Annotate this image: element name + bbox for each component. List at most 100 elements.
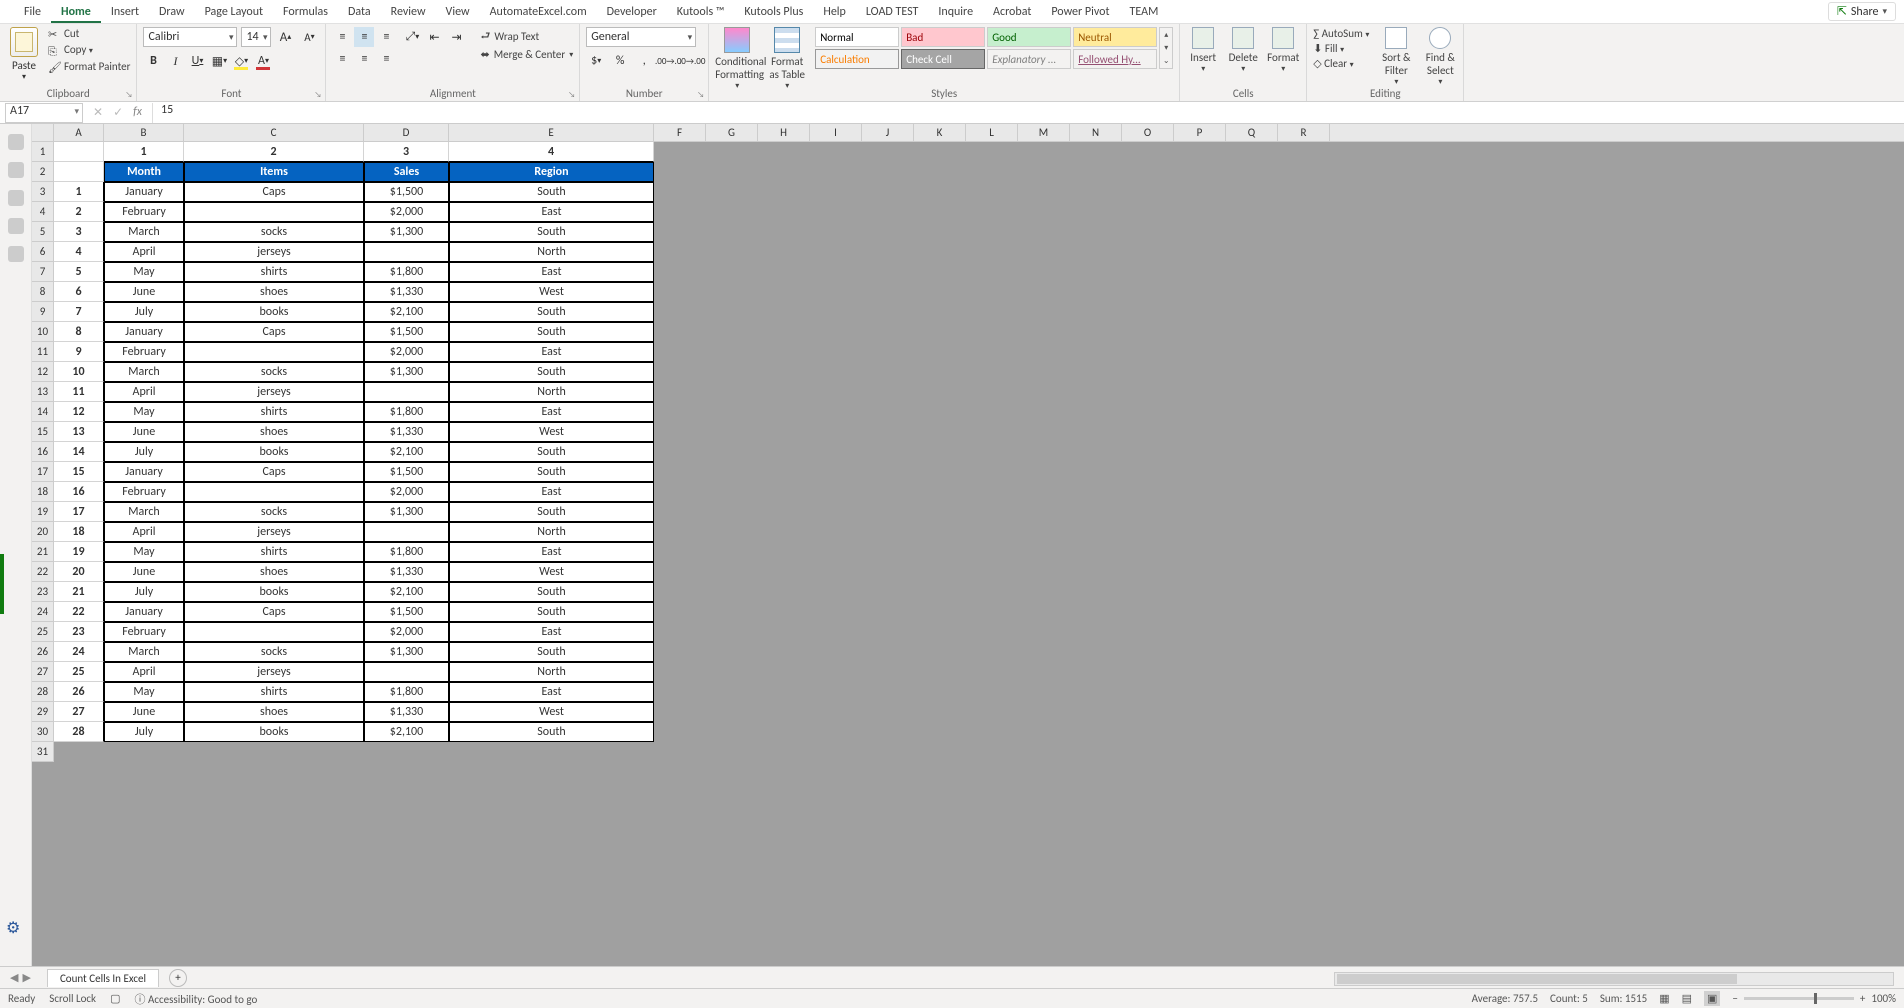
- data-C-18[interactable]: jerseys: [184, 522, 364, 542]
- tab-kutools-plus[interactable]: Kutools Plus: [734, 1, 813, 23]
- data-E-23[interactable]: East: [449, 622, 654, 642]
- col-header-D[interactable]: D: [364, 124, 449, 141]
- col-header-P[interactable]: P: [1174, 124, 1226, 141]
- row-header-20[interactable]: 20: [32, 522, 53, 542]
- data-B-10[interactable]: March: [104, 362, 184, 382]
- tab-review[interactable]: Review: [381, 1, 436, 23]
- data-D-7[interactable]: $2,100: [364, 302, 449, 322]
- view-break-icon[interactable]: ▣: [1704, 991, 1720, 1006]
- row-index[interactable]: 4: [54, 242, 104, 262]
- row-index[interactable]: 5: [54, 262, 104, 282]
- cell-styles-gallery[interactable]: NormalBadGoodNeutralCalculationCheck Cel…: [815, 27, 1157, 69]
- data-C-4[interactable]: jerseys: [184, 242, 364, 262]
- table-header-D[interactable]: Sales: [364, 162, 449, 182]
- row-header-2[interactable]: 2: [32, 162, 53, 182]
- data-D-5[interactable]: $1,800: [364, 262, 449, 282]
- row-header-15[interactable]: 15: [32, 422, 53, 442]
- accounting-button[interactable]: $▾: [586, 51, 606, 71]
- data-C-1[interactable]: Caps: [184, 182, 364, 202]
- data-E-2[interactable]: East: [449, 202, 654, 222]
- rail-icon[interactable]: [8, 218, 24, 234]
- tab-team[interactable]: TEAM: [1120, 1, 1169, 23]
- tab-power-pivot[interactable]: Power Pivot: [1041, 1, 1119, 23]
- table-header-E[interactable]: Region: [449, 162, 654, 182]
- data-B-21[interactable]: July: [104, 582, 184, 602]
- data-C-3[interactable]: socks: [184, 222, 364, 242]
- percent-button[interactable]: %: [610, 51, 630, 71]
- format-cells-button[interactable]: Format▾: [1266, 27, 1300, 74]
- autosum-button[interactable]: ∑ AutoSum ▾: [1313, 27, 1369, 40]
- row-header-18[interactable]: 18: [32, 482, 53, 502]
- data-C-12[interactable]: shirts: [184, 402, 364, 422]
- row-header-28[interactable]: 28: [32, 682, 53, 702]
- data-B-6[interactable]: June: [104, 282, 184, 302]
- data-E-22[interactable]: South: [449, 602, 654, 622]
- data-C-20[interactable]: shoes: [184, 562, 364, 582]
- grid[interactable]: ABCDEFGHIJKLMNOPQR 123456789101112131415…: [32, 124, 1904, 966]
- row-index[interactable]: 22: [54, 602, 104, 622]
- tab-help[interactable]: Help: [813, 1, 856, 23]
- view-layout-icon[interactable]: ▤: [1682, 992, 1692, 1005]
- data-B-26[interactable]: May: [104, 682, 184, 702]
- data-C-2[interactable]: [184, 202, 364, 222]
- style-followed-hy-[interactable]: Followed Hy...: [1073, 49, 1157, 69]
- tab-inquire[interactable]: Inquire: [928, 1, 983, 23]
- data-B-8[interactable]: January: [104, 322, 184, 342]
- data-B-2[interactable]: February: [104, 202, 184, 222]
- align-bottom[interactable]: ≡: [376, 27, 396, 47]
- data-B-3[interactable]: March: [104, 222, 184, 242]
- tab-developer[interactable]: Developer: [597, 1, 667, 23]
- col-header-A[interactable]: A: [54, 124, 104, 141]
- data-E-7[interactable]: South: [449, 302, 654, 322]
- tab-acrobat[interactable]: Acrobat: [983, 1, 1041, 23]
- col-header-J[interactable]: J: [862, 124, 914, 141]
- col-header-R[interactable]: R: [1278, 124, 1330, 141]
- row-index[interactable]: 13: [54, 422, 104, 442]
- data-C-8[interactable]: Caps: [184, 322, 364, 342]
- row-header-6[interactable]: 6: [32, 242, 53, 262]
- data-C-14[interactable]: books: [184, 442, 364, 462]
- data-B-14[interactable]: July: [104, 442, 184, 462]
- data-B-12[interactable]: May: [104, 402, 184, 422]
- formula-input[interactable]: 15: [152, 103, 1904, 123]
- row-header-22[interactable]: 22: [32, 562, 53, 582]
- style-good[interactable]: Good: [987, 27, 1071, 47]
- table-header-B[interactable]: Month: [104, 162, 184, 182]
- data-C-6[interactable]: shoes: [184, 282, 364, 302]
- data-C-9[interactable]: [184, 342, 364, 362]
- row-header-11[interactable]: 11: [32, 342, 53, 362]
- data-B-5[interactable]: May: [104, 262, 184, 282]
- data-B-1[interactable]: January: [104, 182, 184, 202]
- row-header-30[interactable]: 30: [32, 722, 53, 742]
- format-painter-button[interactable]: 🖌Format Painter: [48, 60, 130, 73]
- align-center[interactable]: ≡: [354, 49, 374, 69]
- data-D-12[interactable]: $1,800: [364, 402, 449, 422]
- cut-button[interactable]: ✂Cut: [48, 27, 130, 40]
- row-index[interactable]: 9: [54, 342, 104, 362]
- data-E-10[interactable]: South: [449, 362, 654, 382]
- data-D-10[interactable]: $1,300: [364, 362, 449, 382]
- row-index[interactable]: 6: [54, 282, 104, 302]
- decrease-font-button[interactable]: A▾: [299, 27, 319, 47]
- row-index[interactable]: 11: [54, 382, 104, 402]
- data-E-13[interactable]: West: [449, 422, 654, 442]
- data-E-6[interactable]: West: [449, 282, 654, 302]
- row-index[interactable]: 27: [54, 702, 104, 722]
- data-C-23[interactable]: [184, 622, 364, 642]
- data-D-13[interactable]: $1,330: [364, 422, 449, 442]
- borders-button[interactable]: ▦▾: [209, 51, 229, 71]
- col-header-O[interactable]: O: [1122, 124, 1174, 141]
- conditional-formatting-button[interactable]: Conditional Formatting▾: [715, 27, 759, 91]
- data-E-1[interactable]: South: [449, 182, 654, 202]
- style-neutral[interactable]: Neutral: [1073, 27, 1157, 47]
- tab-formulas[interactable]: Formulas: [273, 1, 338, 23]
- bold-button[interactable]: B: [143, 51, 163, 71]
- data-B-22[interactable]: January: [104, 602, 184, 622]
- data-E-11[interactable]: North: [449, 382, 654, 402]
- rail-icon[interactable]: [8, 190, 24, 206]
- data-D-9[interactable]: $2,000: [364, 342, 449, 362]
- col-header-H[interactable]: H: [758, 124, 810, 141]
- share-button[interactable]: ⇱Share▾: [1828, 2, 1896, 21]
- style-explanatory-[interactable]: Explanatory ...: [987, 49, 1071, 69]
- data-E-5[interactable]: East: [449, 262, 654, 282]
